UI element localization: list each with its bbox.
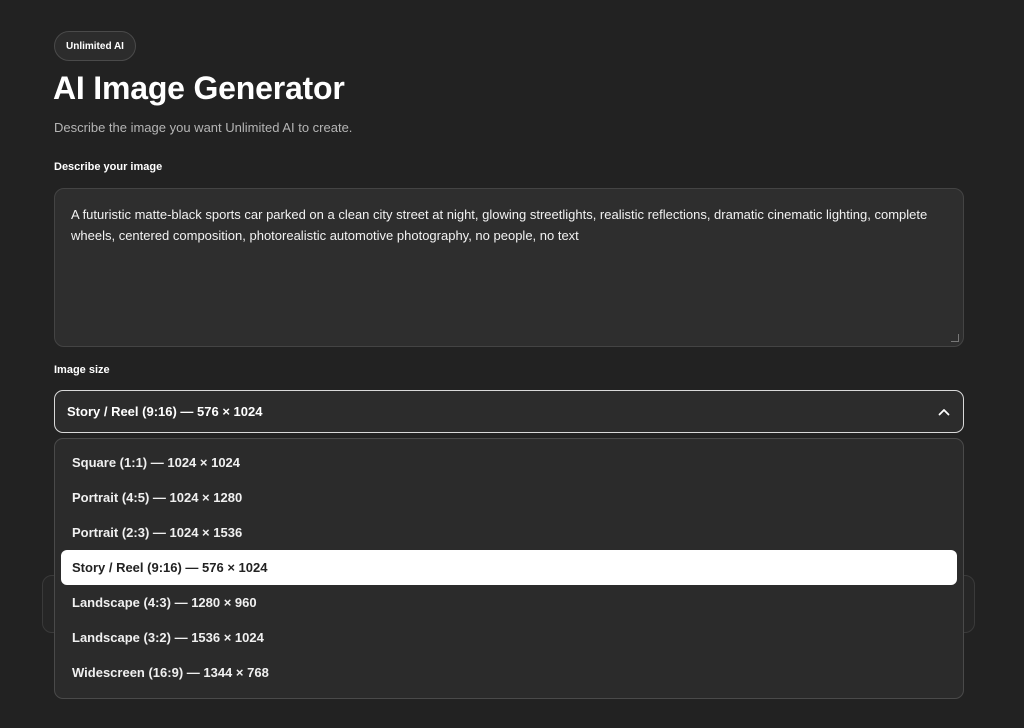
chevron-up-icon xyxy=(937,405,951,419)
page-title: AI Image Generator xyxy=(53,70,345,106)
image-size-select[interactable]: Story / Reel (9:16) — 576 × 1024 xyxy=(54,390,964,433)
size-option-story-reel[interactable]: Story / Reel (9:16) — 576 × 1024 xyxy=(61,550,957,585)
size-option-widescreen[interactable]: Widescreen (16:9) — 1344 × 768 xyxy=(61,655,957,690)
page-subtitle: Describe the image you want Unlimited AI… xyxy=(54,120,353,135)
prompt-text: A futuristic matte-black sports car park… xyxy=(71,207,928,243)
prompt-label: Describe your image xyxy=(54,161,163,173)
size-option-portrait-4-5[interactable]: Portrait (4:5) — 1024 × 1280 xyxy=(61,480,957,515)
size-option-portrait-2-3[interactable]: Portrait (2:3) — 1024 × 1536 xyxy=(61,515,957,550)
image-generator-page: Unlimited AI AI Image Generator Describe… xyxy=(0,0,1024,728)
prompt-textarea[interactable]: A futuristic matte-black sports car park… xyxy=(54,188,964,347)
resize-handle-icon[interactable] xyxy=(951,334,959,342)
image-size-selected-value: Story / Reel (9:16) — 576 × 1024 xyxy=(67,404,263,419)
size-option-landscape-4-3[interactable]: Landscape (4:3) — 1280 × 960 xyxy=(61,585,957,620)
size-option-landscape-3-2[interactable]: Landscape (3:2) — 1536 × 1024 xyxy=(61,620,957,655)
image-size-dropdown: Square (1:1) — 1024 × 1024 Portrait (4:5… xyxy=(54,438,964,699)
image-size-label: Image size xyxy=(54,364,110,376)
unlimited-ai-badge: Unlimited AI xyxy=(54,31,136,61)
size-option-square[interactable]: Square (1:1) — 1024 × 1024 xyxy=(61,445,957,480)
